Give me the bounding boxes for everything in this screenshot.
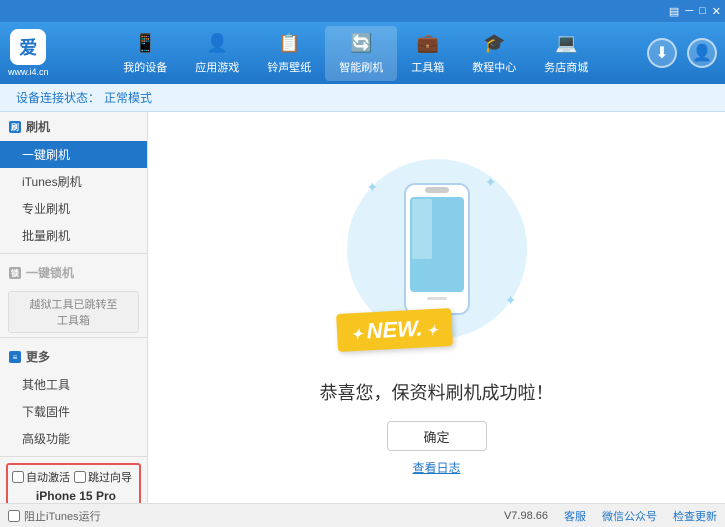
svg-text:≡: ≡ (13, 353, 18, 362)
block-itunes-checkbox[interactable] (8, 510, 20, 522)
auto-activate-checkbox[interactable] (12, 471, 24, 483)
main-layout: 刷 刷机 一键刷机 iTunes刷机 专业刷机 批量刷机 锁 一键锁机 越狱工具… (0, 112, 725, 503)
svg-text:锁: 锁 (11, 268, 19, 278)
logo-icon: 爱 (10, 29, 46, 65)
flash-section-icon: 刷 (8, 120, 22, 134)
sparkle-2: ✦ (485, 174, 497, 191)
svg-text:刷: 刷 (10, 122, 19, 132)
logo-url: www.i4.cn (8, 67, 49, 77)
ringtone-icon: 📋 (277, 32, 301, 56)
close-icon[interactable]: ✕ (712, 5, 721, 18)
sidebar-item-pro-flash[interactable]: 专业刷机 (0, 195, 147, 222)
status-bar: 设备连接状态： 正常模式 (0, 84, 725, 112)
wechat-link[interactable]: 微信公众号 (602, 508, 657, 524)
device-name: iPhone 15 Pro Max (36, 489, 135, 503)
window-titlebar: ▤ ─ □ ✕ (0, 0, 725, 22)
restore-section-icon: 锁 (8, 266, 22, 280)
phone-illustration: ✦ ✦ ✦ NEW. (337, 139, 537, 359)
device-details: iPhone 15 Pro Max 512GB iPhone (36, 489, 135, 503)
nav-tools[interactable]: 💼 工具箱 (397, 26, 458, 81)
nav-app-games[interactable]: 👤 应用游戏 (181, 26, 253, 81)
minimize-icon[interactable]: ─ (685, 5, 693, 17)
sparkle-1: ✦ (367, 179, 379, 196)
bottom-bar-right: V7.98.66 客服 微信公众号 检查更新 (504, 508, 717, 524)
log-link[interactable]: 查看日志 (412, 459, 460, 476)
download-button[interactable]: ⬇ (647, 38, 677, 68)
tutorial-icon: 🎓 (482, 32, 506, 56)
sidebar-divider-1 (0, 253, 147, 254)
time-guide-checkbox[interactable] (74, 471, 86, 483)
auto-activate-label[interactable]: 自动激活 (12, 469, 70, 485)
more-section-icon: ≡ (8, 350, 22, 364)
time-guide-label[interactable]: 跳过向导 (74, 469, 132, 485)
status-value: 正常模式 (104, 89, 152, 106)
nav-my-device[interactable]: 📱 我的设备 (109, 26, 181, 81)
header-right: ⬇ 👤 (647, 38, 717, 68)
app-games-icon: 👤 (205, 32, 229, 56)
service-icon: 💻 (554, 32, 578, 56)
sidebar-divider-2 (0, 337, 147, 338)
sidebar-section-more: ≡ 更多 (0, 342, 147, 371)
sidebar-item-itunes-flash[interactable]: iTunes刷机 (0, 168, 147, 195)
block-itunes-label: 阻止iTunes运行 (24, 508, 101, 524)
nav-tutorial[interactable]: 🎓 教程中心 (458, 26, 530, 81)
sidebar-item-batch-flash[interactable]: 批量刷机 (0, 222, 147, 249)
confirm-button[interactable]: 确定 (387, 421, 487, 451)
bottom-bar: 阻止iTunes运行 V7.98.66 客服 微信公众号 检查更新 (0, 503, 725, 527)
logo: 爱 www.i4.cn (8, 29, 49, 77)
my-device-icon: 📱 (133, 32, 157, 56)
device-section: 自动激活 跳过向导 📱 iPhone 15 Pro Max 512GB iPho… (6, 463, 141, 503)
status-prefix: 设备连接状态： (16, 89, 100, 106)
check-update-link[interactable]: 检查更新 (673, 508, 717, 524)
device-info: 📱 iPhone 15 Pro Max 512GB iPhone (12, 489, 135, 503)
main-content: ✦ ✦ ✦ NEW. (148, 112, 725, 503)
sidebar-item-one-key-flash[interactable]: 一键刷机 (0, 141, 147, 168)
header: 爱 www.i4.cn 📱 我的设备 👤 应用游戏 📋 铃声壁纸 🔄 智能刷机 … (0, 22, 725, 84)
nav-service[interactable]: 💻 务店商城 (530, 26, 602, 81)
bottom-bar-left: 阻止iTunes运行 (8, 508, 101, 524)
device-checkboxes: 自动激活 跳过向导 (12, 469, 135, 485)
new-badge: NEW. (336, 308, 453, 352)
smart-flash-icon: 🔄 (349, 32, 373, 56)
customer-service-link[interactable]: 客服 (564, 508, 586, 524)
user-button[interactable]: 👤 (687, 38, 717, 68)
sidebar: 刷 刷机 一键刷机 iTunes刷机 专业刷机 批量刷机 锁 一键锁机 越狱工具… (0, 112, 148, 503)
sparkle-3: ✦ (505, 292, 517, 309)
sidebar-section-restore: 锁 一键锁机 (0, 258, 147, 287)
success-message: 恭喜您，保资料刷机成功啦！ (320, 379, 554, 405)
nav-smart-flash[interactable]: 🔄 智能刷机 (325, 26, 397, 81)
maximize-icon[interactable]: □ (699, 5, 706, 17)
sidebar-item-download-firmware[interactable]: 下载固件 (0, 398, 147, 425)
version-label: V7.98.66 (504, 510, 548, 522)
phone-svg (397, 179, 477, 319)
sidebar-item-other-tools[interactable]: 其他工具 (0, 371, 147, 398)
sidebar-item-advanced[interactable]: 高级功能 (0, 425, 147, 452)
menu-icon[interactable]: ▤ (669, 5, 679, 18)
nav-bar: 📱 我的设备 👤 应用游戏 📋 铃声壁纸 🔄 智能刷机 💼 工具箱 🎓 教程中心… (65, 26, 647, 81)
tools-icon: 💼 (416, 32, 440, 56)
sidebar-divider-3 (0, 456, 147, 457)
nav-ringtone[interactable]: 📋 铃声壁纸 (253, 26, 325, 81)
sidebar-section-flash: 刷 刷机 (0, 112, 147, 141)
sidebar-warning-box: 越狱工具已跳转至 工具箱 (8, 291, 139, 333)
